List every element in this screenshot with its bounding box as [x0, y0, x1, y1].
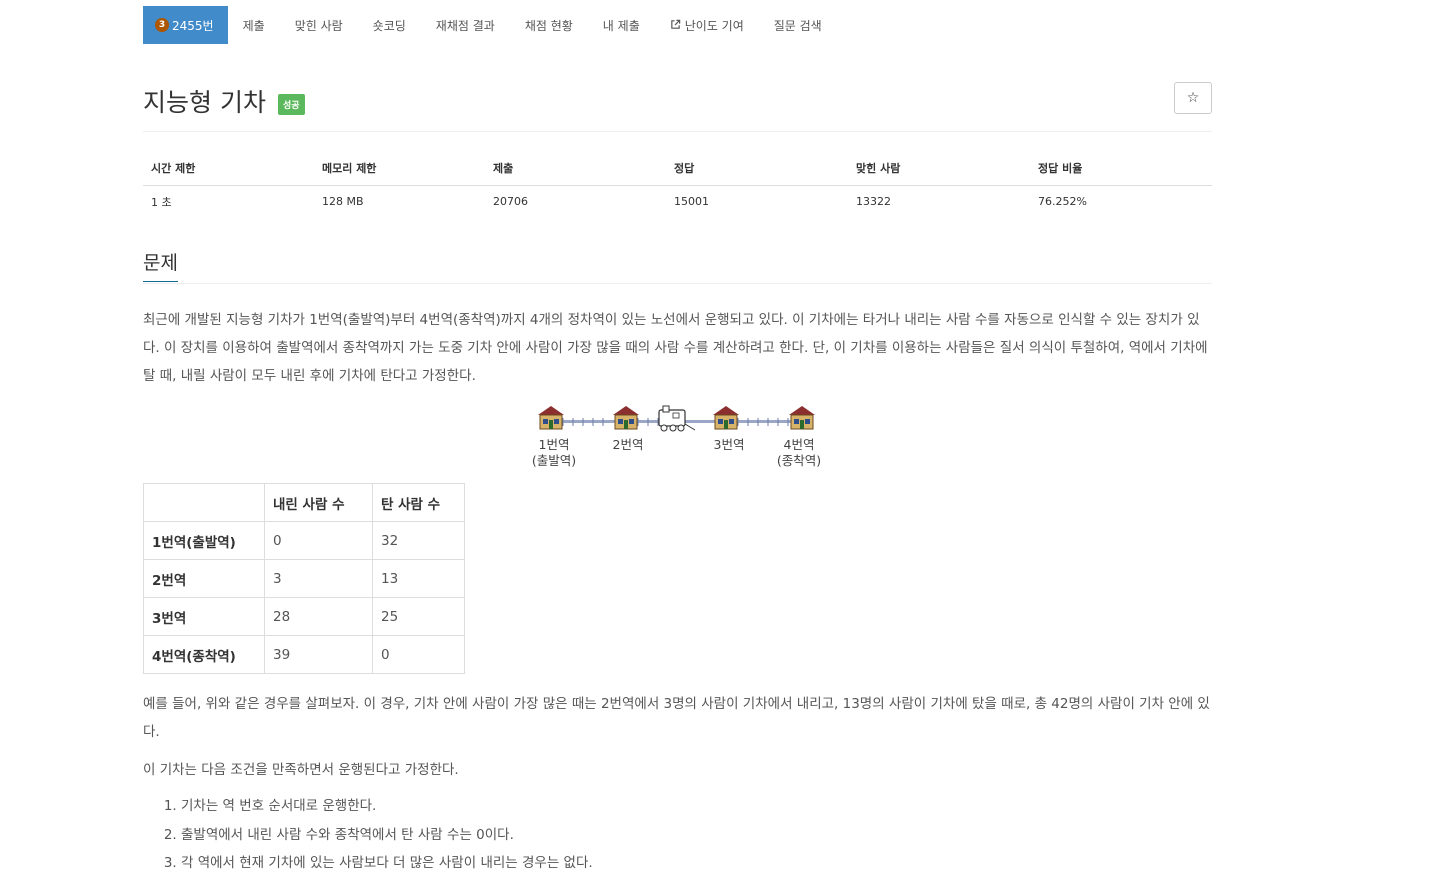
nav-rejudge-results[interactable]: 재채점 결과 — [421, 6, 510, 44]
problem-number: 2455번 — [172, 18, 214, 33]
station-off-count: 0 — [264, 521, 373, 560]
info-memory-limit: 128 MB — [322, 195, 364, 208]
nav-submit[interactable]: 제출 — [228, 6, 280, 44]
diagram-label-station-2: 2번역 — [612, 437, 644, 452]
conditions-intro: 이 기차는 다음 조건을 만족하면서 운행된다고 가정한다. — [143, 762, 459, 778]
title-divider — [143, 131, 1212, 132]
station-name: 3번역 — [143, 597, 265, 636]
station-icon-2 — [613, 406, 639, 430]
train-route-diagram: 1번역 (출발역) 2번역 3번역 4번역 (종착역) — [523, 400, 833, 475]
table-row: 4번역(종착역) 39 0 — [143, 635, 465, 674]
example-explanation: 예를 들어, 위와 같은 경우를 살펴보자. 이 경우, 기차 안에 사람이 가… — [143, 696, 1210, 740]
diagram-label-station-1: 1번역 (출발역) — [531, 437, 577, 468]
info-header-time-limit: 시간 제한 — [143, 150, 314, 186]
external-link-icon — [670, 18, 681, 32]
table-row: 3번역 28 25 — [143, 597, 465, 636]
info-ratio: 76.252% — [1038, 195, 1087, 208]
info-header-ratio: 정답 비율 — [1030, 150, 1212, 186]
station-on-count: 13 — [372, 559, 465, 598]
info-header-submissions: 제출 — [485, 150, 666, 186]
station-name: 4번역(종착역) — [143, 635, 265, 674]
station-name: 2번역 — [143, 559, 265, 598]
diagram-label-station-4: 4번역 (종착역) — [776, 437, 822, 468]
train-icon — [658, 405, 696, 432]
nav-problem-tab[interactable]: 3 2455번 — [143, 6, 228, 44]
station-table-corner — [143, 483, 265, 522]
station-table: 내린 사람 수 탄 사람 수 1번역(출발역) 0 32 2번역 3 13 3번… — [143, 483, 465, 674]
table-row: 2번역 3 13 — [143, 559, 465, 598]
info-header-solvers: 맞힌 사람 — [848, 150, 1030, 186]
info-solvers: 13322 — [856, 195, 891, 208]
info-time-limit: 1 초 — [151, 195, 172, 209]
page-title: 지능형 기차 — [143, 88, 266, 117]
station-table-header-off: 내린 사람 수 — [264, 483, 373, 522]
station-icon-3 — [713, 406, 739, 430]
station-off-count: 39 — [264, 635, 373, 674]
train-route-illustration — [538, 405, 815, 432]
level-badge-icon: 3 — [155, 18, 169, 32]
title-row: 지능형 기차 성공 ☆ — [143, 80, 1212, 120]
list-item: 3. 각 역에서 현재 기차에 있는 사람보다 더 많은 사람이 내리는 경우는… — [163, 855, 593, 871]
info-accepted: 15001 — [674, 195, 709, 208]
station-on-count: 0 — [372, 635, 465, 674]
info-header-memory-limit: 메모리 제한 — [314, 150, 485, 186]
station-table-header-on: 탄 사람 수 — [372, 483, 465, 522]
conditions-list: 1. 기차는 역 번호 순서대로 운행한다. 2. 출발역에서 내린 사람 수와… — [143, 792, 593, 878]
station-off-count: 28 — [264, 597, 373, 636]
list-item: 2. 출발역에서 내린 사람 수와 종착역에서 탄 사람 수는 0이다. — [163, 826, 514, 843]
nav-difficulty-label: 난이도 기여 — [684, 18, 744, 33]
star-icon: ☆ — [1186, 90, 1200, 106]
station-on-count: 32 — [372, 521, 465, 560]
section-heading-problem: 문제 — [143, 248, 178, 282]
star-button[interactable]: ☆ — [1174, 82, 1212, 114]
nav-judge-status[interactable]: 채점 현황 — [510, 6, 588, 44]
nav-difficulty-contribution[interactable]: 난이도 기여 — [655, 6, 759, 44]
station-icon-4 — [789, 406, 815, 430]
info-header-accepted: 정답 — [666, 150, 848, 186]
problem-description: 최근에 개발된 지능형 기차가 1번역(출발역)부터 4번역(종착역)까지 4개… — [143, 312, 1208, 384]
nav-question-search[interactable]: 질문 검색 — [759, 6, 837, 44]
problem-info-table: 시간 제한 메모리 제한 제출 정답 맞힌 사람 정답 비율 1 초 128 M… — [143, 150, 1212, 217]
station-name: 1번역(출발역) — [143, 521, 265, 560]
nav-my-submissions[interactable]: 내 제출 — [588, 6, 655, 44]
station-on-count: 25 — [372, 597, 465, 636]
table-row: 1번역(출발역) 0 32 — [143, 521, 465, 560]
diagram-label-station-3: 3번역 — [713, 437, 745, 452]
nav-short-coding[interactable]: 숏코딩 — [358, 6, 421, 44]
list-item: 1. 기차는 역 번호 순서대로 운행한다. — [163, 798, 377, 814]
nav-solvers[interactable]: 맞힌 사람 — [280, 6, 358, 44]
result-badge: 성공 — [278, 94, 305, 115]
problem-nav: 3 2455번 제출 맞힌 사람 숏코딩 재채점 결과 채점 현황 내 제출 난… — [143, 6, 837, 44]
station-icon-1 — [538, 406, 564, 430]
station-off-count: 3 — [264, 559, 373, 598]
info-submissions: 20706 — [493, 195, 528, 208]
section-divider — [143, 283, 1212, 284]
